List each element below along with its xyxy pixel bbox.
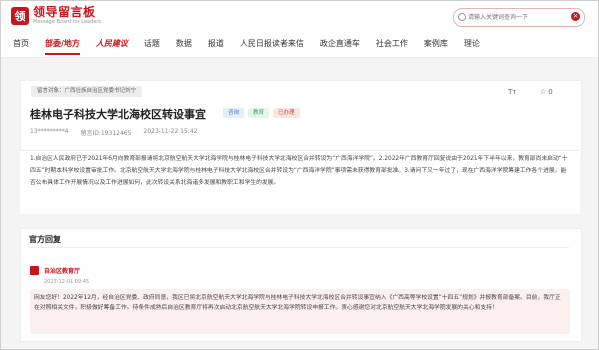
org-badge-icon: [30, 266, 39, 275]
section-divider: [29, 247, 569, 248]
logo-title: 领导留言板: [33, 5, 96, 19]
message-content: 1.自治区人民政府已于2021年6月向教育部报请将北京航空航天大学北海学院与桂林…: [30, 156, 568, 186]
nav-item-ministries[interactable]: 部委/地方: [45, 31, 80, 57]
reply-org: 自治区教育厅: [30, 266, 80, 275]
tag-type: 咨询: [223, 108, 245, 118]
nav-item-reports[interactable]: 报道: [208, 31, 224, 57]
like-button[interactable]: ☆ 0: [540, 88, 553, 96]
message-tags: 咨询 教育 已办理: [223, 108, 304, 118]
top-bar: 领 领导留言板 Message Board for Leaders ×: [1, 1, 598, 31]
main-nav: 首页 部委/地方 人民建议 话题 数据 报道 人民日报读者来信 政企直通车 社会…: [1, 31, 598, 58]
clear-icon[interactable]: ×: [571, 12, 580, 21]
tag-status: 已办理: [273, 108, 300, 118]
search-input[interactable]: [468, 11, 568, 23]
search-icon[interactable]: [458, 13, 466, 21]
site-logo[interactable]: 领 领导留言板 Message Board for Leaders: [11, 6, 101, 25]
logo-icon: 领: [11, 6, 29, 25]
message-recipient-tag: 留言对象：广西壮族自治区党委书记刘宁: [31, 86, 143, 97]
font-size-icon[interactable]: Tт: [508, 88, 516, 96]
message-user: 13*********4: [30, 128, 69, 135]
nav-item-social-work[interactable]: 社会工作: [376, 31, 408, 57]
message-time: 2023-11-22 15:42: [143, 128, 198, 135]
reply-date: 2023-12-01 09:45: [44, 279, 90, 285]
like-count: 0: [548, 88, 553, 96]
reply-org-name: 自治区教育厅: [44, 268, 81, 275]
message-title: 桂林电子科技大学北海校区转设事宜: [30, 108, 206, 121]
reply-section-title: 官方回复: [29, 235, 61, 244]
nav-item-business-express[interactable]: 政企直通车: [320, 31, 360, 57]
nav-item-topics[interactable]: 话题: [144, 31, 160, 57]
message-id: 留言ID:19312465: [80, 130, 132, 137]
thumb-up-icon: ☆: [540, 88, 547, 96]
nav-item-readers-letters[interactable]: 人民日报读者来信: [240, 31, 304, 57]
message-meta: 13*********4 留言ID:19312465 2023-11-22 15…: [30, 128, 209, 137]
search-box: ×: [453, 8, 585, 27]
nav-item-home[interactable]: 首页: [13, 31, 29, 57]
logo-subtitle: Message Board for Leaders: [33, 19, 102, 25]
tag-category: 教育: [248, 108, 270, 118]
nav-item-data[interactable]: 数据: [176, 31, 192, 57]
reply-content: 网友您好！2022年12月，经自治区党委、政府同意，我区已将北京航空航天大学北海…: [34, 295, 561, 311]
nav-item-people-suggestions[interactable]: 人民建议: [96, 31, 128, 57]
nav-item-theory[interactable]: 理论: [464, 31, 480, 57]
nav-item-case-library[interactable]: 案例库: [424, 31, 448, 57]
